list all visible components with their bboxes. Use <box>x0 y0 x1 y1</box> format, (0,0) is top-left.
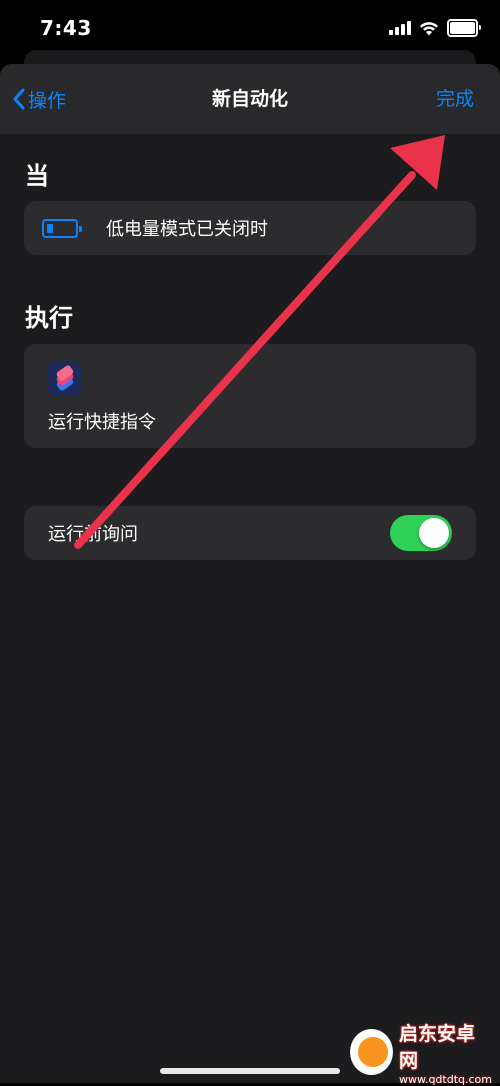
page-title: 新自动化 <box>211 88 288 110</box>
status-icons <box>389 19 481 37</box>
toggle-knob <box>419 518 449 548</box>
status-time: 7:43 <box>40 16 92 40</box>
watermark-logo-icon <box>350 1029 393 1075</box>
status-battery-icon <box>447 19 481 37</box>
cellular-signal-icon <box>389 21 411 35</box>
ask-before-running-row: 运行前询问 <box>24 506 476 560</box>
trigger-label: 低电量模式已关闭时 <box>106 219 268 240</box>
when-heading: 当 <box>25 162 49 190</box>
done-button[interactable]: 完成 <box>436 64 474 134</box>
wifi-icon <box>420 21 438 35</box>
watermark-url: www.qdtdtq.com <box>398 1072 492 1086</box>
new-automation-sheet: 操作 新自动化 完成 当 低电量模式已关闭时 执行 运行快捷指令 运行前询问 <box>0 64 500 1083</box>
shortcuts-app-icon <box>48 362 82 396</box>
navigation-bar: 操作 新自动化 完成 <box>0 64 500 134</box>
action-card[interactable]: 运行快捷指令 <box>24 344 476 448</box>
watermark-brand: 启东安卓网 <box>398 1022 475 1072</box>
ask-before-running-label: 运行前询问 <box>48 524 138 545</box>
ask-before-running-toggle[interactable] <box>390 515 452 551</box>
battery-icon <box>42 218 82 238</box>
do-heading: 执行 <box>25 304 73 332</box>
trigger-row[interactable]: 低电量模式已关闭时 <box>24 201 476 255</box>
watermark: 启东安卓网 www.qdtdtq.com <box>350 1023 492 1086</box>
home-indicator[interactable] <box>160 1068 340 1074</box>
action-label: 运行快捷指令 <box>48 412 156 433</box>
